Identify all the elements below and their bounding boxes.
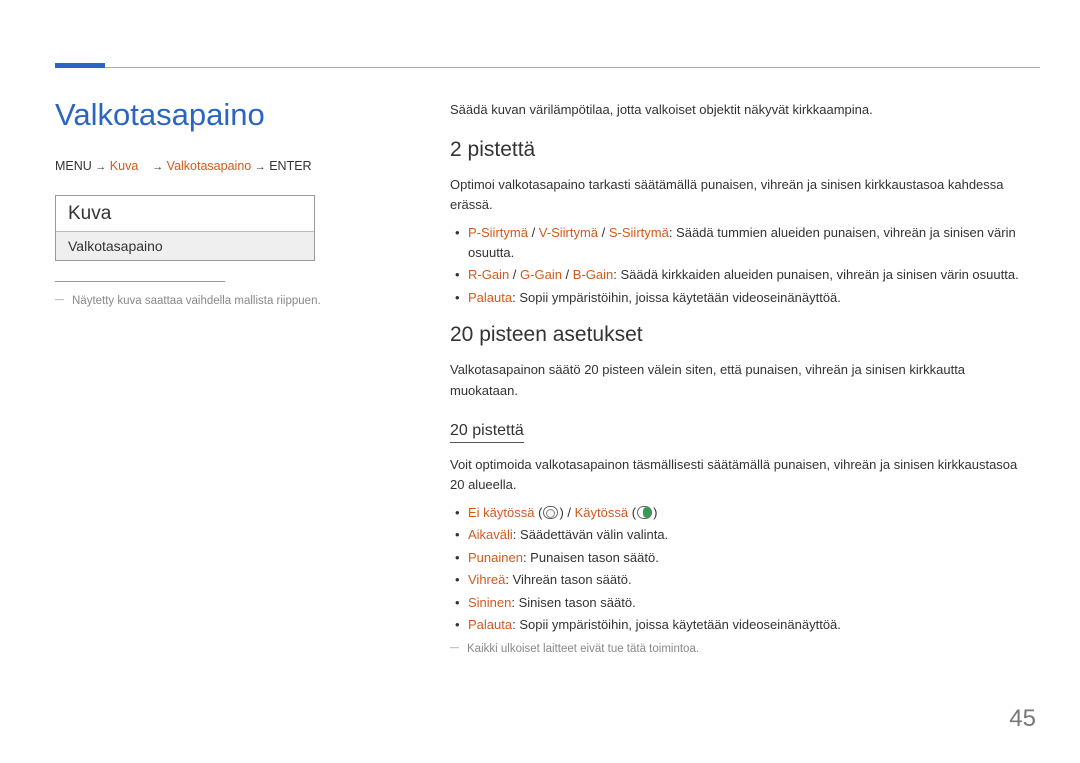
breadcrumb-enter: ENTER xyxy=(269,159,311,173)
hl-text: B-Gain xyxy=(573,267,613,282)
page-number: 45 xyxy=(1009,705,1036,733)
breadcrumb-kuva: Kuva xyxy=(110,159,139,173)
arrow-icon: → xyxy=(95,161,106,173)
item-rest: : Vihreän tason säätö. xyxy=(505,572,631,587)
item-rest: : Sopii ympäristöihin, joissa käytetään … xyxy=(512,617,841,632)
hl-text: Palauta xyxy=(468,290,512,305)
list-item: R-Gain / G-Gain / B-Gain: Säädä kirkkaid… xyxy=(450,265,1032,285)
divider-top xyxy=(55,67,1040,68)
footnote-mark-icon: ― xyxy=(450,642,459,652)
list-item: Sininen: Sinisen tason säätö. xyxy=(450,593,1032,613)
list-item: Palauta: Sopii ympäristöihin, joissa käy… xyxy=(450,288,1032,308)
toggle-on-icon xyxy=(637,506,652,519)
item-rest: : Punaisen tason säätö. xyxy=(523,550,659,565)
breadcrumb-valko: Valkotasapaino xyxy=(167,159,252,173)
item-rest: : Säädettävän välin valinta. xyxy=(513,527,668,542)
footnote-mark-icon: ― xyxy=(55,294,64,304)
section1-list: P-Siirtymä / V-Siirtymä / S-Siirtymä: Sä… xyxy=(450,223,1032,307)
section2-sub-desc: Voit optimoida valkotasapainon täsmällis… xyxy=(450,455,1032,495)
section1-desc: Optimoi valkotasapaino tarkasti säätämäl… xyxy=(450,175,1032,215)
item-rest: : Sinisen tason säätö. xyxy=(511,595,635,610)
item-rest: : Sopii ympäristöihin, joissa käytetään … xyxy=(512,290,841,305)
hl-text: Punainen xyxy=(468,550,523,565)
right-footnote-text: Kaikki ulkoiset laitteet eivät tue tätä … xyxy=(467,643,699,655)
list-item: Punainen: Punaisen tason säätö. xyxy=(450,548,1032,568)
arrow-icon: → xyxy=(255,161,266,173)
breadcrumb-menu: MENU xyxy=(55,159,92,173)
left-divider xyxy=(55,281,225,282)
hl-text: Palauta xyxy=(468,617,512,632)
toggle-off-icon xyxy=(543,506,558,519)
hl-text: V-Siirtymä xyxy=(539,225,598,240)
page-title: Valkotasapaino xyxy=(55,97,390,133)
breadcrumb: MENU → Kuva → Valkotasapaino → ENTER xyxy=(55,159,390,173)
right-column: Säädä kuvan värilämpötilaa, jotta valkoi… xyxy=(450,100,1032,658)
hl-text: Aikaväli xyxy=(468,527,513,542)
subsection-heading-20pistetta: 20 pistettä xyxy=(450,422,524,443)
left-footnote-text: Näytetty kuva saattaa vaihdella mallista… xyxy=(72,295,321,307)
hl-text: R-Gain xyxy=(468,267,509,282)
accent-bar xyxy=(55,63,105,68)
list-item: Vihreä: Vihreän tason säätö. xyxy=(450,570,1032,590)
item-rest: : Säädä kirkkaiden alueiden punaisen, vi… xyxy=(613,267,1018,282)
list-item: Palauta: Sopii ympäristöihin, joissa käy… xyxy=(450,615,1032,635)
hl-text: Sininen xyxy=(468,595,511,610)
arrow-icon: → xyxy=(152,161,163,173)
intro-text: Säädä kuvan värilämpötilaa, jotta valkoi… xyxy=(450,100,1032,120)
left-footnote: ― Näytetty kuva saattaa vaihdella mallist… xyxy=(55,293,390,310)
menu-panel: Kuva Valkotasapaino xyxy=(55,195,315,261)
hl-text: Vihreä xyxy=(468,572,505,587)
item-mid: / xyxy=(564,505,575,520)
list-item: Aikaväli: Säädettävän välin valinta. xyxy=(450,525,1032,545)
section2-list: Ei käytössä () / Käytössä () Aikaväli: S… xyxy=(450,503,1032,635)
section-heading-2pistetta: 2 pistettä xyxy=(450,138,1032,162)
left-column: Valkotasapaino MENU → Kuva → Valkotasapa… xyxy=(55,97,390,310)
hl-text: Ei käytössä xyxy=(468,505,534,520)
hl-text: S-Siirtymä xyxy=(609,225,669,240)
section2-desc: Valkotasapainon säätö 20 pisteen välein … xyxy=(450,360,1032,400)
hl-text: P-Siirtymä xyxy=(468,225,528,240)
menu-panel-header: Kuva xyxy=(56,196,314,232)
menu-panel-item[interactable]: Valkotasapaino xyxy=(56,232,314,260)
hl-text: Käytössä xyxy=(575,505,628,520)
list-item: P-Siirtymä / V-Siirtymä / S-Siirtymä: Sä… xyxy=(450,223,1032,262)
section-heading-20pisteen: 20 pisteen asetukset xyxy=(450,323,1032,347)
hl-text: G-Gain xyxy=(520,267,562,282)
list-item: Ei käytössä () / Käytössä () xyxy=(450,503,1032,523)
right-footnote: ― Kaikki ulkoiset laitteet eivät tue tätä… xyxy=(450,641,1032,658)
